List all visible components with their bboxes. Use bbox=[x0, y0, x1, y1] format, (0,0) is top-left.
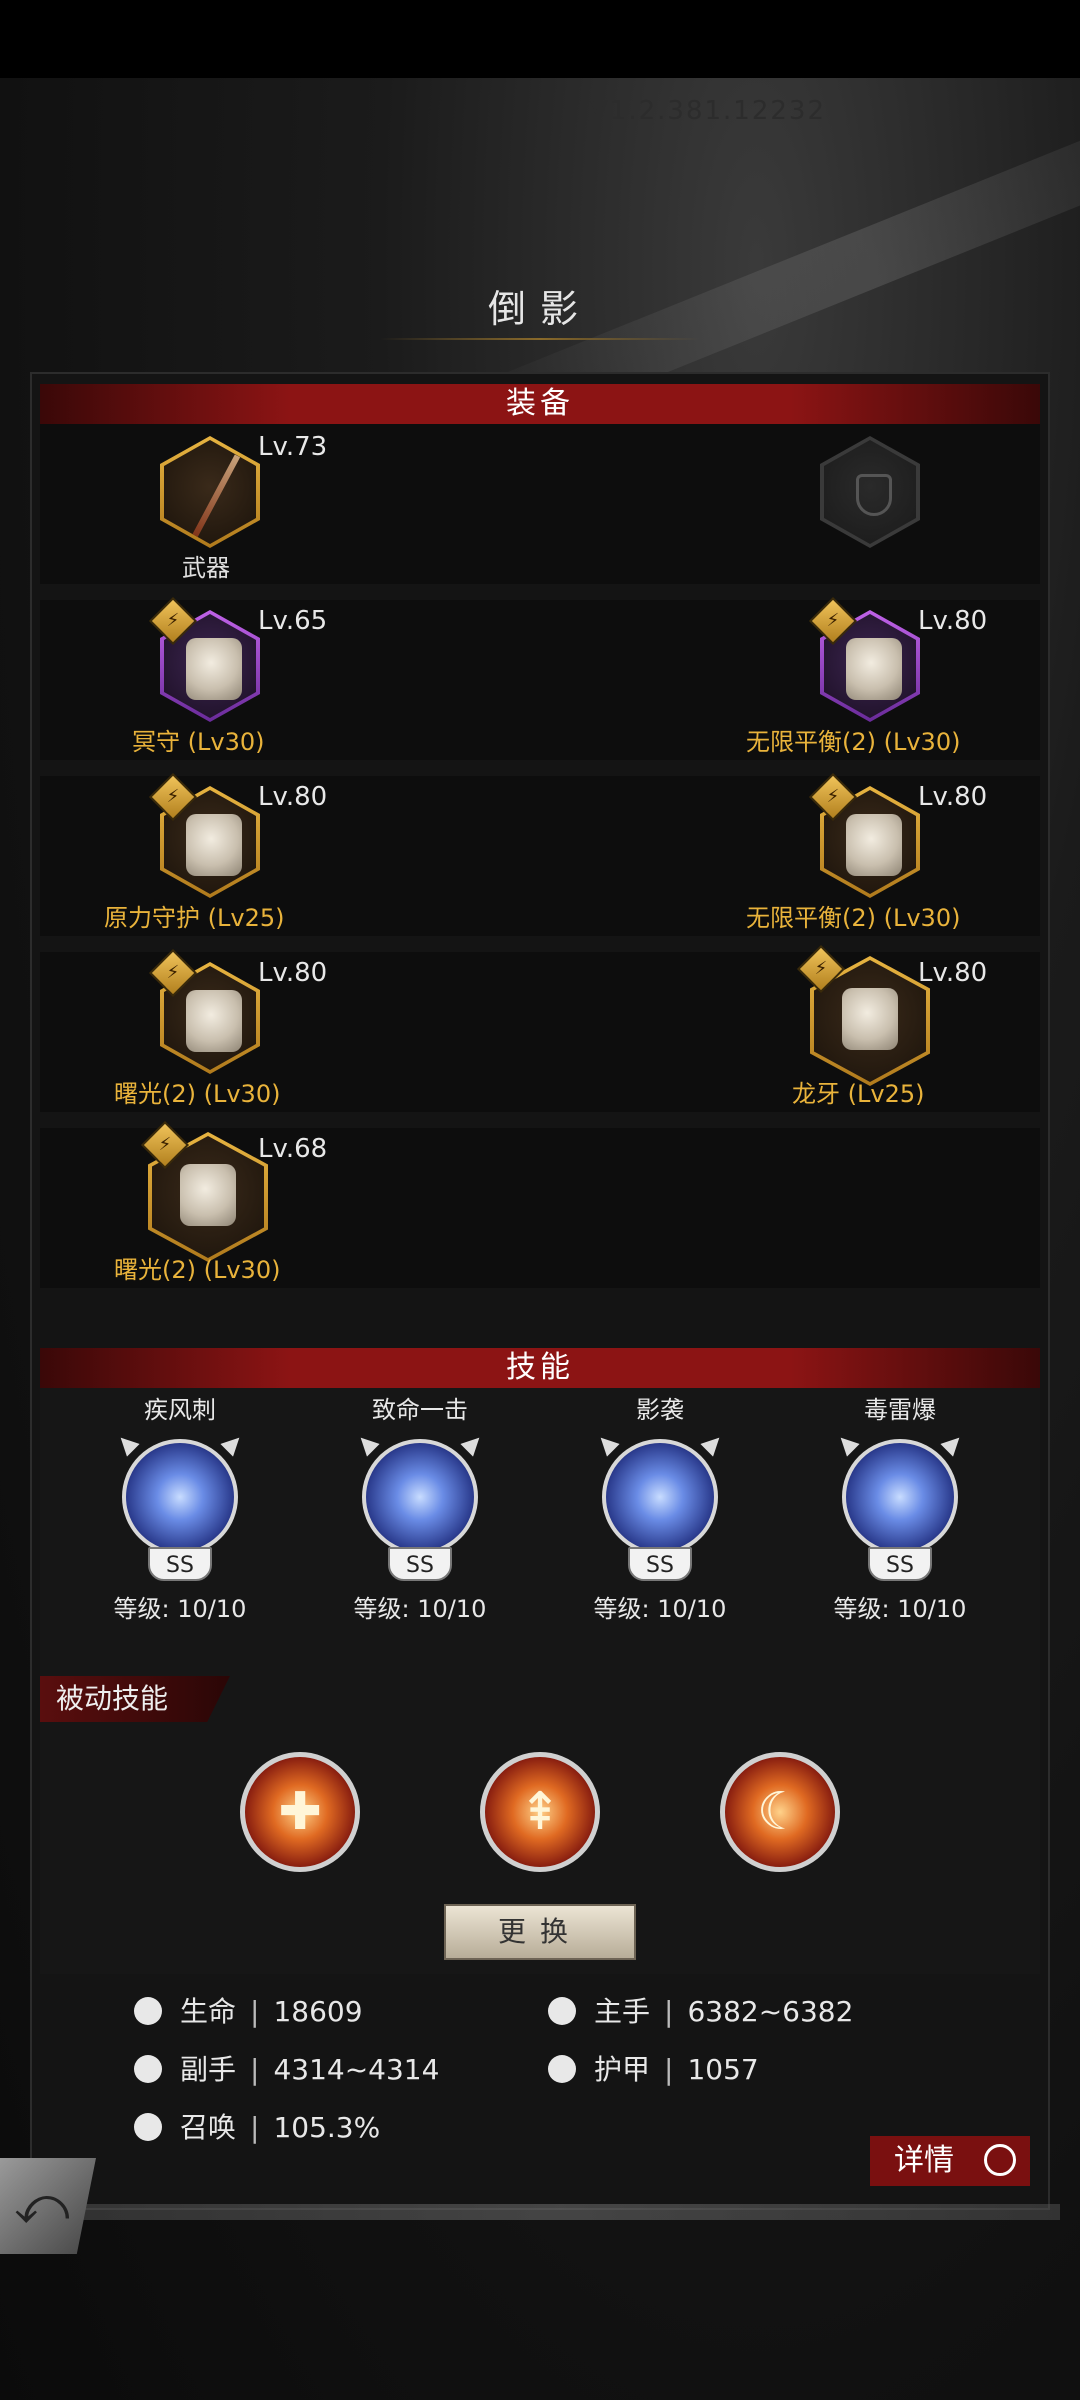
equipment-header: 装备 bbox=[40, 384, 1040, 424]
stat-main-hand: 主手 | 6382~6382 bbox=[548, 1990, 853, 2030]
skill-slot-2[interactable]: 致命一击 SS 等级: 10/10 bbox=[320, 1390, 520, 1624]
equipment-slot-cape[interactable]: ⚡ Lv.68 曙光(2) (Lv30) bbox=[114, 1120, 380, 1284]
back-arrow-icon: ⤺ bbox=[14, 2176, 70, 2236]
item-name: 原力守护 (Lv25) bbox=[104, 904, 285, 932]
stat-armor: 护甲 | 1057 bbox=[548, 2048, 759, 2088]
title-divider bbox=[380, 338, 700, 340]
stat-value: 6382~6382 bbox=[687, 1995, 854, 2028]
swap-skills-button[interactable]: 更换 bbox=[444, 1904, 636, 1960]
skill-shadow-icon bbox=[602, 1439, 718, 1555]
skill-name: 致命一击 bbox=[372, 1396, 468, 1424]
equipment-slot-weapon[interactable]: Lv.73 武器 bbox=[120, 430, 380, 582]
item-level: Lv.73 bbox=[258, 432, 328, 462]
skill-level: 等级: 10/10 bbox=[593, 1595, 727, 1623]
item-level: Lv.80 bbox=[258, 958, 328, 988]
page-title: 倒影 bbox=[487, 287, 592, 331]
stat-label: 生命 bbox=[180, 1995, 237, 2028]
status-bar bbox=[0, 0, 1080, 78]
skill-level: 等级: 10/10 bbox=[353, 1595, 487, 1623]
item-name: 曙光(2) (Lv30) bbox=[114, 1256, 281, 1284]
elements-icon: ☾ bbox=[756, 1782, 804, 1842]
skill-strike-icon bbox=[362, 1439, 478, 1555]
equipment-slot-necklace[interactable]: ⚡ Lv.80 曙光(2) (Lv30) bbox=[114, 948, 380, 1108]
skill-slot-3[interactable]: 影袭 SS 等级: 10/10 bbox=[560, 1390, 760, 1624]
item-name: 无限平衡(2) (Lv30) bbox=[746, 728, 961, 756]
skill-level: 等级: 10/10 bbox=[833, 1595, 967, 1623]
stat-value: 1057 bbox=[687, 2053, 759, 2086]
passive-skill-1[interactable]: ✚ bbox=[240, 1752, 360, 1872]
item-level: Lv.80 bbox=[918, 606, 988, 636]
spikes-icon: ⇞ bbox=[518, 1782, 562, 1842]
skill-name: 影袭 bbox=[636, 1396, 684, 1424]
armor-icon bbox=[548, 2055, 576, 2083]
skill-name: 疾风刺 bbox=[144, 1396, 216, 1424]
stat-label: 召唤 bbox=[180, 2111, 237, 2144]
skull-icon bbox=[134, 2113, 162, 2141]
dagger-icon bbox=[134, 2055, 162, 2083]
details-button[interactable]: 详情 bbox=[870, 2136, 1030, 2186]
stat-life: 生命 | 18609 bbox=[134, 1990, 363, 2030]
heart-icon bbox=[134, 1997, 162, 2025]
equipment-slot-shield[interactable] bbox=[780, 430, 1040, 580]
item-name: 冥守 (Lv30) bbox=[132, 728, 265, 756]
panel-bottom-edge bbox=[60, 2204, 1060, 2220]
item-level: Lv.80 bbox=[918, 958, 988, 988]
passive-skill-3[interactable]: ☾ bbox=[720, 1752, 840, 1872]
item-level: Lv.65 bbox=[258, 606, 328, 636]
skills-header: 技能 bbox=[40, 1348, 1040, 1388]
sword-icon bbox=[548, 1997, 576, 2025]
stat-label: 副手 bbox=[180, 2053, 237, 2086]
stat-value: 4314~4314 bbox=[273, 2053, 440, 2086]
weapon-icon bbox=[160, 436, 260, 548]
skill-thunder-icon bbox=[842, 1439, 958, 1555]
stat-label: 主手 bbox=[594, 1995, 651, 2028]
details-label: 详情 bbox=[894, 2143, 954, 2178]
skill-slot-1[interactable]: 疾风刺 SS 等级: 10/10 bbox=[80, 1390, 280, 1624]
skill-grade-badge: SS bbox=[148, 1547, 212, 1581]
skill-grade-badge: SS bbox=[868, 1547, 932, 1581]
skill-grade-badge: SS bbox=[388, 1547, 452, 1581]
skill-level: 等级: 10/10 bbox=[113, 1595, 247, 1623]
stat-value: 105.3% bbox=[273, 2111, 381, 2144]
shield-slot-icon bbox=[820, 436, 920, 548]
stat-summon: 召唤 | 105.3% bbox=[134, 2106, 380, 2146]
skill-name: 毒雷爆 bbox=[864, 1396, 936, 1424]
item-level: Lv.80 bbox=[918, 782, 988, 812]
stat-label: 护甲 bbox=[594, 2053, 651, 2086]
item-name: 武器 bbox=[182, 554, 230, 582]
magnifier-icon bbox=[984, 2144, 1016, 2176]
equipment-slot-chest[interactable]: ⚡ Lv.80 无限平衡(2) (Lv30) bbox=[746, 596, 1040, 756]
version-text: V1.2.381.12232 bbox=[590, 96, 826, 126]
skill-slot-4[interactable]: 毒雷爆 SS 等级: 10/10 bbox=[800, 1390, 1000, 1624]
equipment-slot-belt[interactable]: ⚡ Lv.80 龙牙 (Lv25) bbox=[780, 944, 1040, 1108]
item-level: Lv.80 bbox=[258, 782, 328, 812]
equipment-slot-legs[interactable]: ⚡ Lv.80 无限平衡(2) (Lv30) bbox=[746, 772, 1040, 932]
passive-skill-2[interactable]: ⇞ bbox=[480, 1752, 600, 1872]
passive-skills-label: 被动技能 bbox=[40, 1676, 230, 1722]
equipment-slot-gloves[interactable]: ⚡ Lv.80 原力守护 (Lv25) bbox=[104, 772, 380, 932]
item-name: 曙光(2) (Lv30) bbox=[114, 1080, 281, 1108]
skill-dash-icon bbox=[122, 1439, 238, 1555]
item-level: Lv.68 bbox=[258, 1134, 328, 1164]
stat-value: 18609 bbox=[273, 1995, 363, 2028]
stat-off-hand: 副手 | 4314~4314 bbox=[134, 2048, 439, 2088]
cross-emblem-icon: ✚ bbox=[278, 1782, 322, 1842]
equipment-slot-helmet[interactable]: ⚡ Lv.65 冥守 (Lv30) bbox=[120, 596, 380, 756]
skill-grade-badge: SS bbox=[628, 1547, 692, 1581]
item-name: 无限平衡(2) (Lv30) bbox=[746, 904, 961, 932]
item-name: 龙牙 (Lv25) bbox=[792, 1080, 925, 1108]
